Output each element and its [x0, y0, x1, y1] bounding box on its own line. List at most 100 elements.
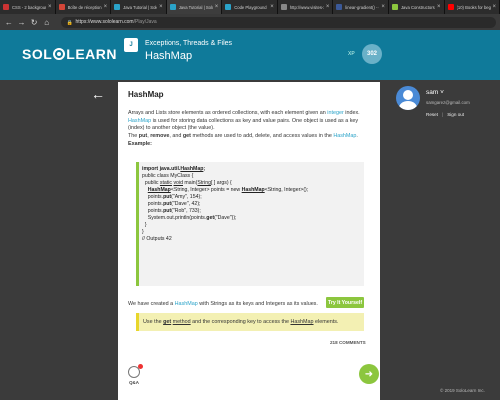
qa-icon	[128, 364, 143, 378]
sololearn-logo[interactable]: SOL LEARN	[22, 46, 117, 62]
reload-icon[interactable]: ↻	[29, 17, 39, 27]
tab-title: Code Playground | So...	[234, 4, 268, 10]
hashmap-link[interactable]: HashMap	[175, 301, 198, 307]
close-icon[interactable]: ×	[159, 4, 163, 10]
browser-tab[interactable]: CSS - 2 background-im...×	[0, 0, 56, 14]
code-line: points.put("Rob", 733);	[142, 208, 360, 215]
chevron-down-icon: ˅	[440, 89, 444, 96]
logo-o-icon	[53, 48, 66, 60]
home-icon[interactable]: ⌂	[42, 17, 52, 27]
close-icon[interactable]: ×	[493, 4, 497, 10]
tab-title: Boîte de réception - ...	[67, 4, 102, 10]
method-link[interactable]: method	[173, 319, 191, 325]
code-line: // Outputs 42	[142, 236, 172, 242]
text: is used for storing data collections as …	[128, 118, 359, 131]
user-name[interactable]: sam ˅	[426, 89, 444, 96]
favicon-icon	[58, 4, 65, 10]
close-icon[interactable]: ×	[48, 4, 52, 10]
text: Arrays and Lists store elements as order…	[128, 110, 328, 116]
code-text: HashMap	[147, 187, 171, 193]
code-text: put	[163, 201, 172, 207]
arrow-right-icon: ➜	[364, 368, 374, 380]
text: methods are used to add, delete, and acc…	[190, 133, 334, 139]
text: index.	[343, 110, 360, 116]
xp-badge[interactable]: 302	[362, 44, 382, 64]
hashmap-link[interactable]: HashMap	[290, 319, 313, 325]
code-line: HashMap<String, Integer> points = new Ha…	[142, 187, 360, 194]
reset-link[interactable]: Reset	[426, 112, 438, 117]
code-line: points.put("Dave", 42);	[142, 201, 360, 208]
back-icon[interactable]: ←	[4, 17, 14, 27]
lesson-paragraph-4: We have created a HashMap with Strings a…	[128, 301, 318, 308]
close-icon[interactable]: ×	[381, 4, 385, 10]
favicon-icon	[447, 4, 454, 10]
code-text: points.	[142, 194, 164, 200]
favicon-icon	[391, 4, 398, 10]
user-email: samgarez@gmail.com	[426, 100, 470, 105]
code-text: ;	[203, 166, 206, 172]
code-text: static	[159, 180, 172, 186]
next-arrow-button[interactable]: ➜	[359, 364, 379, 384]
code-text: String	[197, 180, 211, 186]
lesson-title: HashMap	[128, 90, 164, 99]
code-text: import java.util.	[142, 166, 181, 172]
browser-tab[interactable]: Boîte de réception - ...×	[55, 0, 112, 14]
integer-link[interactable]: integer	[327, 110, 343, 116]
browser-tab[interactable]: Code Playground | So...×	[222, 0, 278, 14]
hashmap-link[interactable]: HashMap	[333, 133, 356, 139]
avatar-head	[403, 90, 413, 100]
browser-tab[interactable]: Java Constructors | S...×	[388, 0, 445, 14]
close-icon[interactable]: ×	[437, 4, 441, 10]
comments-link[interactable]: 218 COMMENTS	[330, 340, 366, 345]
copyright: © 2019 SoloLearn Inc.	[440, 388, 485, 393]
avatar[interactable]	[396, 86, 420, 110]
link-separator: |	[442, 112, 444, 117]
code-text: put	[163, 208, 172, 214]
close-icon[interactable]: ×	[104, 4, 108, 10]
tab-title: Java Tutorial | SoloLe...	[178, 4, 213, 10]
close-icon[interactable]: ×	[215, 4, 219, 10]
qa-button[interactable]: Q&A	[124, 364, 144, 388]
favicon-icon	[169, 4, 176, 10]
code-text: [ ] args) {	[210, 180, 232, 186]
code-text: void	[173, 180, 183, 186]
try-it-yourself-button[interactable]: Try It Yourself	[326, 297, 364, 308]
code-line: import java.util.HashMap;	[142, 166, 360, 173]
close-icon[interactable]: ×	[270, 4, 274, 10]
browser-tab[interactable]: linear-gradient() - CS...×	[333, 0, 389, 14]
browser-tab[interactable]: Java Tutorial | SoloLe...×	[166, 0, 223, 14]
module-title: Exceptions, Threads & Files	[145, 40, 233, 47]
lesson-header-title: HashMap	[145, 50, 193, 62]
code-line: }	[142, 222, 147, 228]
text: and the corresponding key to access the	[190, 319, 291, 325]
text: with Strings as its keys and Integers as…	[197, 301, 318, 307]
browser-address-row: ← → ↻ ⌂ 🔒 https://www.sololearn.com/Play…	[0, 14, 500, 30]
tab-title: http://www.visites-3D...	[289, 4, 324, 10]
url-bar[interactable]: 🔒 https://www.sololearn.com/Play/Java	[60, 16, 496, 28]
browser-tab[interactable]: Java Tutorial | SoloLe...×	[111, 0, 167, 14]
code-text: put	[163, 194, 172, 200]
code-line: System.out.println(points.get("Dave"));	[142, 215, 360, 222]
browser-tab[interactable]: http://www.visites-3D...×	[277, 0, 334, 14]
hashmap-link[interactable]: HashMap	[128, 118, 151, 124]
code-line: public class MyClass {	[142, 173, 194, 179]
qa-label: Q&A	[129, 380, 139, 385]
back-arrow-icon[interactable]: ←	[90, 86, 106, 102]
forward-icon[interactable]: →	[17, 17, 27, 27]
example-label: Example:	[128, 141, 152, 147]
signout-link[interactable]: Sign out	[447, 112, 464, 117]
logo-text-right: LEARN	[66, 46, 118, 62]
close-icon[interactable]: ×	[326, 4, 330, 10]
get-keyword: get	[163, 319, 172, 325]
course-icon: J	[124, 38, 138, 52]
browser-tab[interactable]: (10) Books for beginn...×	[444, 0, 500, 14]
favicon-icon	[280, 4, 287, 10]
code-text: get	[206, 215, 215, 221]
code-text: <String, Integer>();	[264, 187, 309, 193]
avatar-body	[399, 101, 417, 110]
text: elements.	[313, 319, 339, 325]
logo-text-left: SOL	[22, 46, 53, 62]
code-line: public static void main(String[ ] args) …	[142, 180, 360, 187]
app-header: SOL LEARN J Exceptions, Threads & Files H…	[0, 30, 500, 80]
url-text: https://www.sololearn.com/Play/Java	[76, 19, 157, 25]
